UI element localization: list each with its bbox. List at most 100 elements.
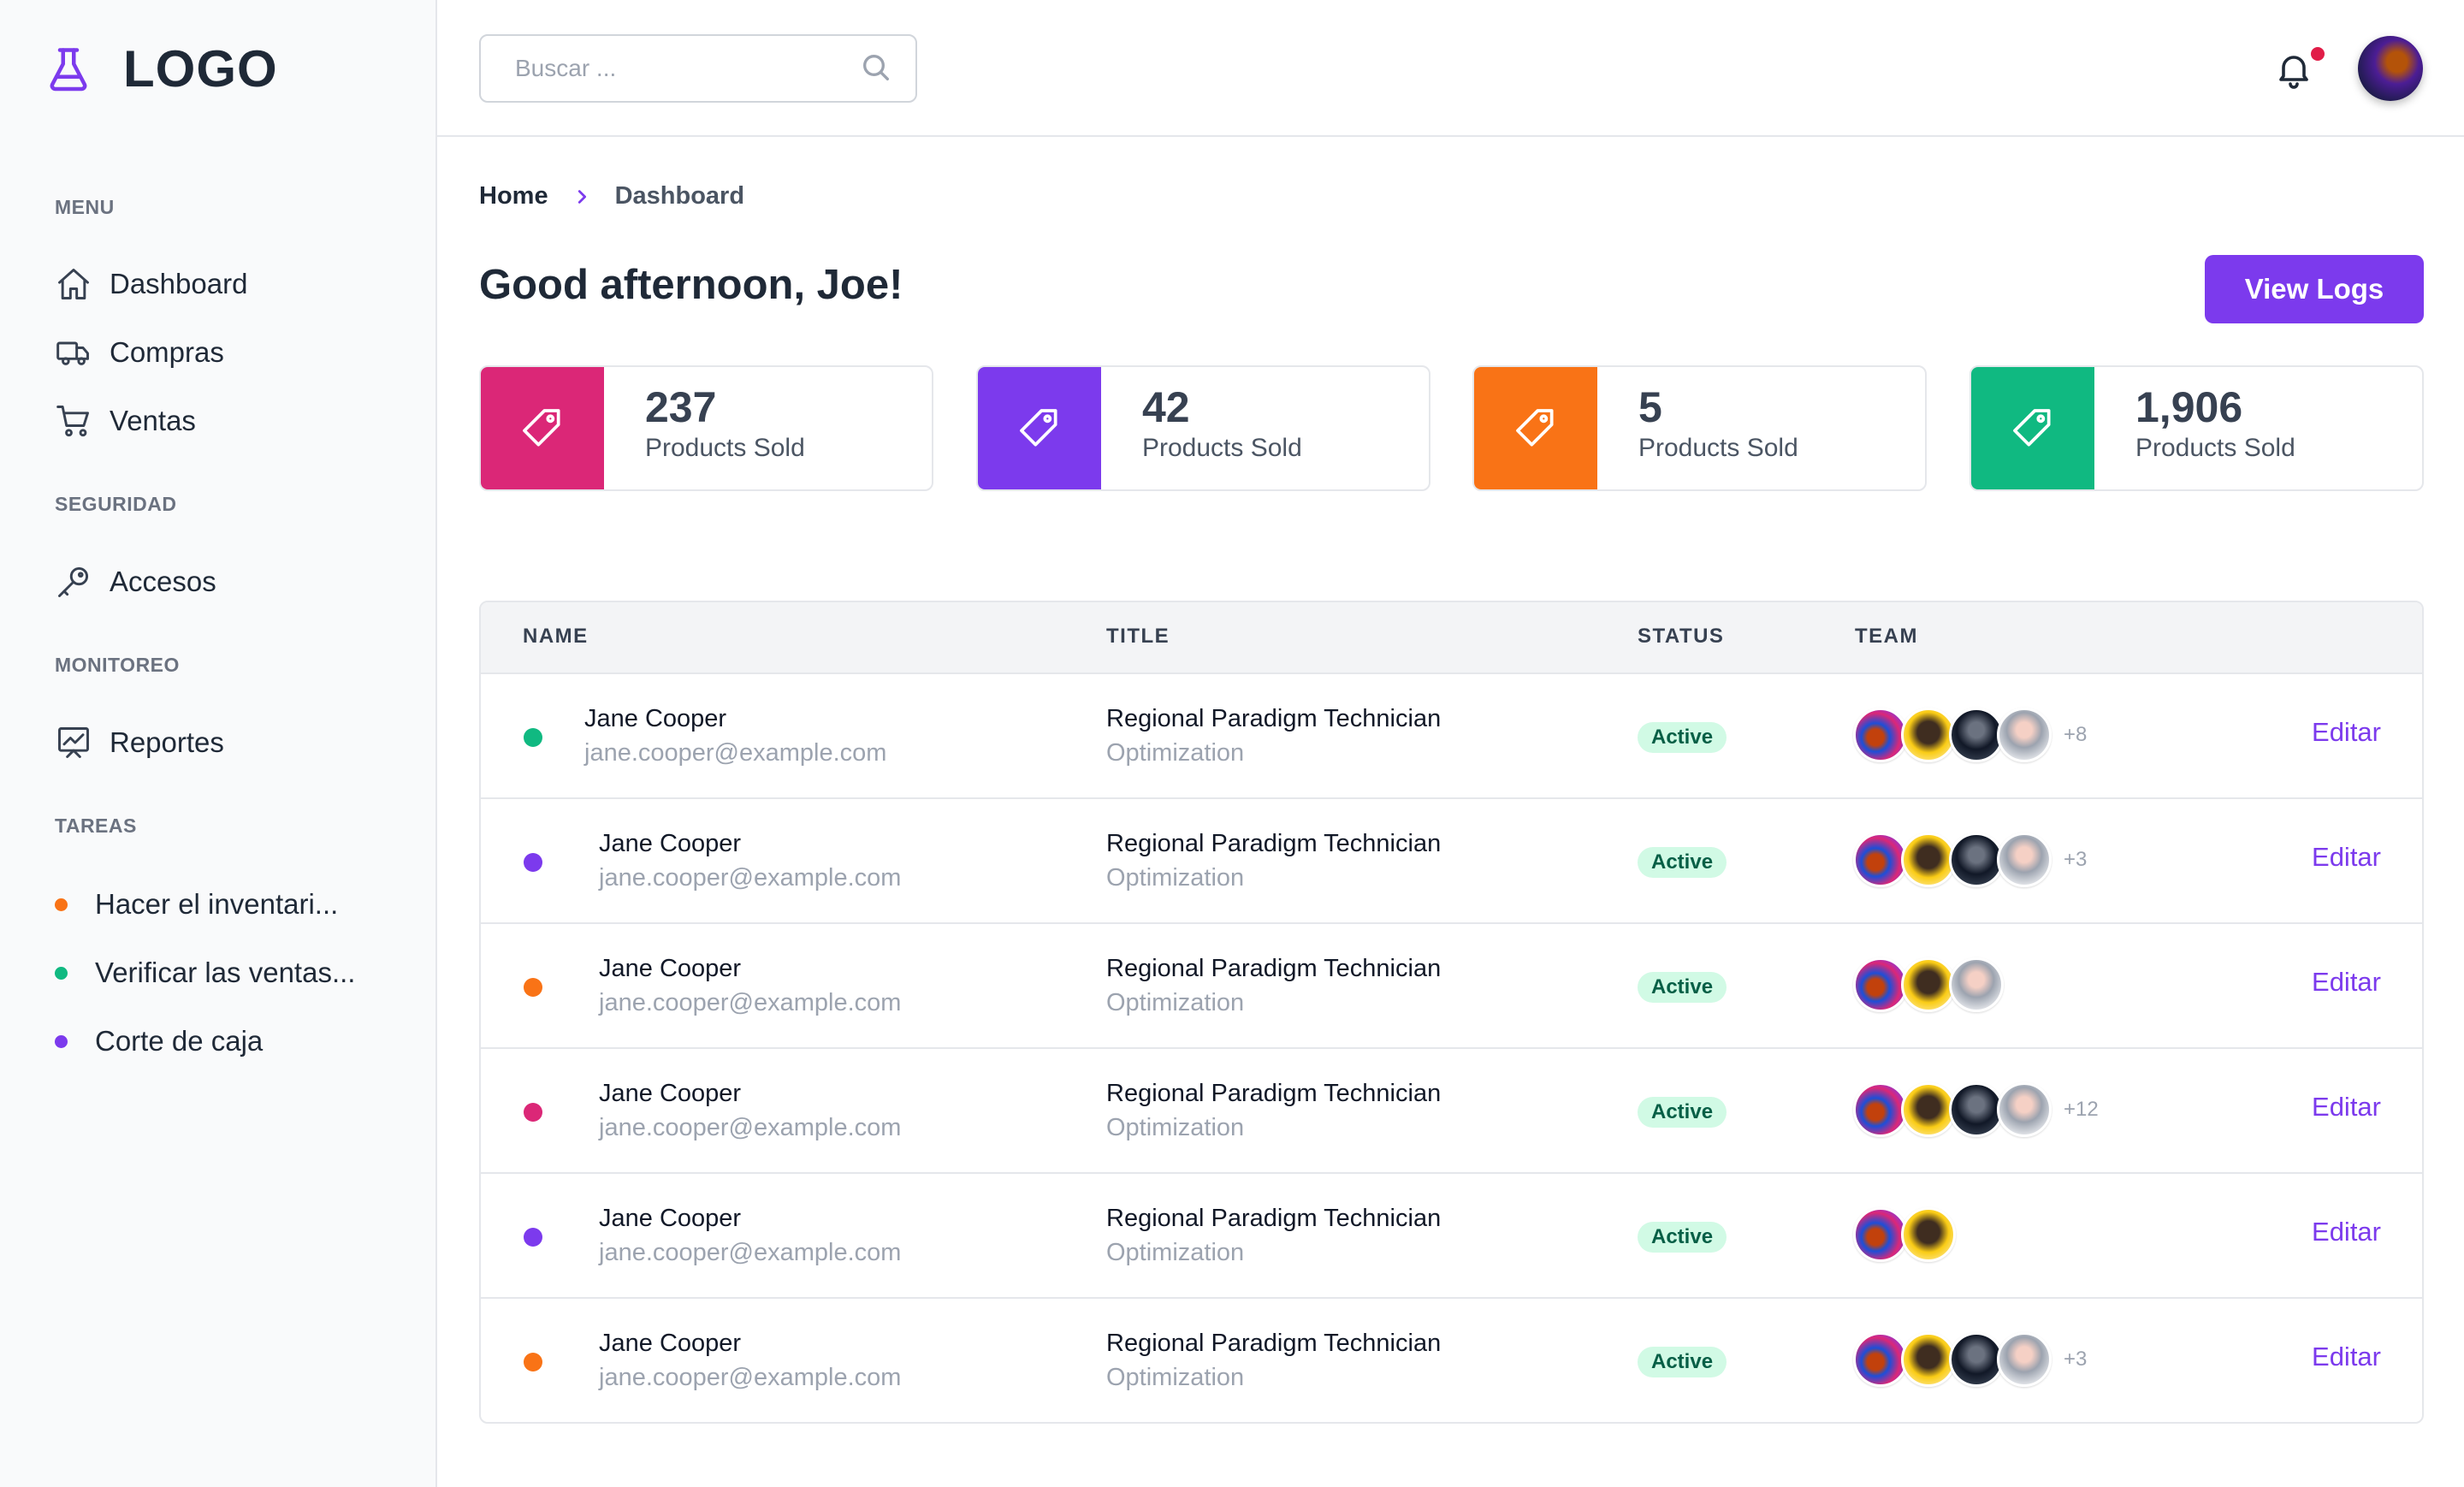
person-cell: Jane Cooper jane.cooper@example.com bbox=[599, 1326, 901, 1395]
person-cell: Jane Cooper jane.cooper@example.com bbox=[584, 702, 886, 770]
notification-badge bbox=[2311, 47, 2325, 61]
task-item[interactable]: Hacer el inventari... bbox=[55, 883, 338, 926]
person-cell: Jane Cooper jane.cooper@example.com bbox=[599, 1201, 901, 1270]
team-member-avatar[interactable] bbox=[1853, 1082, 1908, 1137]
task-dot bbox=[55, 1034, 68, 1048]
breadcrumb: Home Dashboard bbox=[479, 182, 744, 210]
team-avatars: +12 bbox=[1853, 1081, 2099, 1138]
column-header-status[interactable]: STATUS bbox=[1638, 625, 1724, 649]
team-member-avatar[interactable] bbox=[1853, 1332, 1908, 1387]
stat-card: 237 Products Sold bbox=[479, 365, 933, 491]
logo[interactable]: LOGO bbox=[43, 39, 278, 98]
edit-link[interactable]: Editar bbox=[2312, 1342, 2381, 1372]
page-title: Good afternoon, Joe! bbox=[479, 262, 903, 308]
stat-label: Products Sold bbox=[2135, 434, 2295, 462]
job-department: Optimization bbox=[1106, 1239, 1245, 1266]
status-badge: Active bbox=[1638, 972, 1727, 1003]
title-cell: Regional Paradigm Technician Optimizatio… bbox=[1106, 1326, 1441, 1395]
team-member-avatar[interactable] bbox=[1901, 1332, 1956, 1387]
sidebar-item-label: Dashboard bbox=[110, 268, 248, 299]
sidebar-item-reportes[interactable]: Reportes bbox=[55, 721, 224, 764]
team-member-avatar[interactable] bbox=[1901, 957, 1956, 1012]
breadcrumb-home[interactable]: Home bbox=[479, 182, 548, 210]
team-member-avatar[interactable] bbox=[1949, 1332, 2004, 1387]
status-badge: Active bbox=[1638, 1222, 1727, 1253]
team-member-avatar[interactable] bbox=[1853, 832, 1908, 887]
person-email: jane.cooper@example.com bbox=[584, 739, 887, 767]
team-member-avatar[interactable] bbox=[1949, 832, 2004, 887]
sidebar-item-compras[interactable]: Compras bbox=[55, 331, 224, 374]
table-row: Jane Cooper jane.cooper@example.com Regi… bbox=[481, 1174, 2422, 1299]
sidebar-item-label: Compras bbox=[110, 336, 224, 368]
section-title-seguridad: SEGURIDAD bbox=[55, 493, 177, 515]
search-icon[interactable] bbox=[859, 50, 893, 85]
edit-link[interactable]: Editar bbox=[2312, 1092, 2381, 1123]
team-member-avatar[interactable] bbox=[1901, 832, 1956, 887]
sidebar-item-ventas[interactable]: Ventas bbox=[55, 400, 196, 442]
team-member-avatar[interactable] bbox=[1949, 1082, 2004, 1137]
title-cell: Regional Paradigm Technician Optimizatio… bbox=[1106, 702, 1441, 770]
job-department: Optimization bbox=[1106, 864, 1245, 892]
column-header-title[interactable]: TITLE bbox=[1106, 625, 1170, 649]
table-row: Jane Cooper jane.cooper@example.com Regi… bbox=[481, 674, 2422, 799]
status-dot bbox=[524, 1353, 542, 1371]
team-avatars: +8 bbox=[1853, 707, 2087, 763]
sidebar-item-label: Reportes bbox=[110, 726, 224, 758]
team-member-avatar[interactable] bbox=[1901, 1207, 1956, 1262]
person-name: Jane Cooper bbox=[599, 830, 742, 857]
column-header-name[interactable]: NAME bbox=[523, 625, 589, 649]
job-title: Regional Paradigm Technician bbox=[1106, 1080, 1442, 1107]
team-avatars bbox=[1853, 957, 2016, 1013]
team-member-avatar[interactable] bbox=[1997, 832, 2052, 887]
bell-icon[interactable] bbox=[2273, 47, 2314, 92]
title-cell: Regional Paradigm Technician Optimizatio… bbox=[1106, 951, 1441, 1020]
team-member-avatar[interactable] bbox=[1997, 708, 2052, 762]
status-dot bbox=[524, 978, 542, 997]
team-member-avatar[interactable] bbox=[1901, 1082, 1956, 1137]
job-department: Optimization bbox=[1106, 989, 1245, 1016]
status-badge: Active bbox=[1638, 722, 1727, 753]
truck-icon bbox=[56, 341, 89, 365]
tag-icon bbox=[1020, 408, 1057, 447]
task-dot bbox=[55, 966, 68, 980]
team-member-avatar[interactable] bbox=[1901, 708, 1956, 762]
section-title-tareas: TAREAS bbox=[55, 815, 137, 837]
team-member-avatar[interactable] bbox=[1997, 1082, 2052, 1137]
sidebar-item-accesos[interactable]: Accesos bbox=[55, 560, 216, 603]
people-table: NAME TITLE STATUS TEAM Jane Cooper jane.… bbox=[479, 601, 2424, 1424]
person-cell: Jane Cooper jane.cooper@example.com bbox=[599, 1076, 901, 1145]
stat-card: 42 Products Sold bbox=[976, 365, 1430, 491]
sidebar-item-dashboard[interactable]: Dashboard bbox=[55, 263, 247, 305]
tag-icon bbox=[523, 408, 560, 447]
column-header-team[interactable]: TEAM bbox=[1855, 625, 1918, 649]
job-title: Regional Paradigm Technician bbox=[1106, 705, 1442, 732]
person-email: jane.cooper@example.com bbox=[599, 864, 902, 892]
team-member-avatar[interactable] bbox=[1853, 957, 1908, 1012]
team-avatars: +3 bbox=[1853, 1331, 2087, 1388]
job-title: Regional Paradigm Technician bbox=[1106, 830, 1442, 857]
edit-link[interactable]: Editar bbox=[2312, 717, 2381, 748]
team-member-avatar[interactable] bbox=[1853, 1207, 1908, 1262]
stat-value: 1,906 bbox=[2135, 383, 2243, 431]
team-member-avatar[interactable] bbox=[1997, 1332, 2052, 1387]
title-cell: Regional Paradigm Technician Optimizatio… bbox=[1106, 826, 1441, 895]
task-item[interactable]: Verificar las ventas... bbox=[55, 951, 355, 994]
sidebar-item-label: Ventas bbox=[110, 405, 196, 436]
status-badge: Active bbox=[1638, 1097, 1727, 1128]
person-email: jane.cooper@example.com bbox=[599, 1239, 902, 1266]
search-input[interactable] bbox=[479, 34, 917, 103]
task-item[interactable]: Corte de caja bbox=[55, 1020, 263, 1063]
user-avatar[interactable] bbox=[2358, 36, 2423, 101]
team-member-avatar[interactable] bbox=[1949, 957, 2004, 1012]
team-member-avatar[interactable] bbox=[1853, 708, 1908, 762]
top-header bbox=[437, 0, 2464, 137]
edit-link[interactable]: Editar bbox=[2312, 967, 2381, 998]
team-member-avatar[interactable] bbox=[1949, 708, 2004, 762]
job-title: Regional Paradigm Technician bbox=[1106, 955, 1442, 982]
team-avatars bbox=[1853, 1206, 1968, 1263]
edit-link[interactable]: Editar bbox=[2312, 842, 2381, 873]
view-logs-button[interactable]: View Logs bbox=[2205, 255, 2424, 323]
tag-icon bbox=[1516, 408, 1554, 447]
status-badge: Active bbox=[1638, 1347, 1727, 1377]
edit-link[interactable]: Editar bbox=[2312, 1217, 2381, 1247]
